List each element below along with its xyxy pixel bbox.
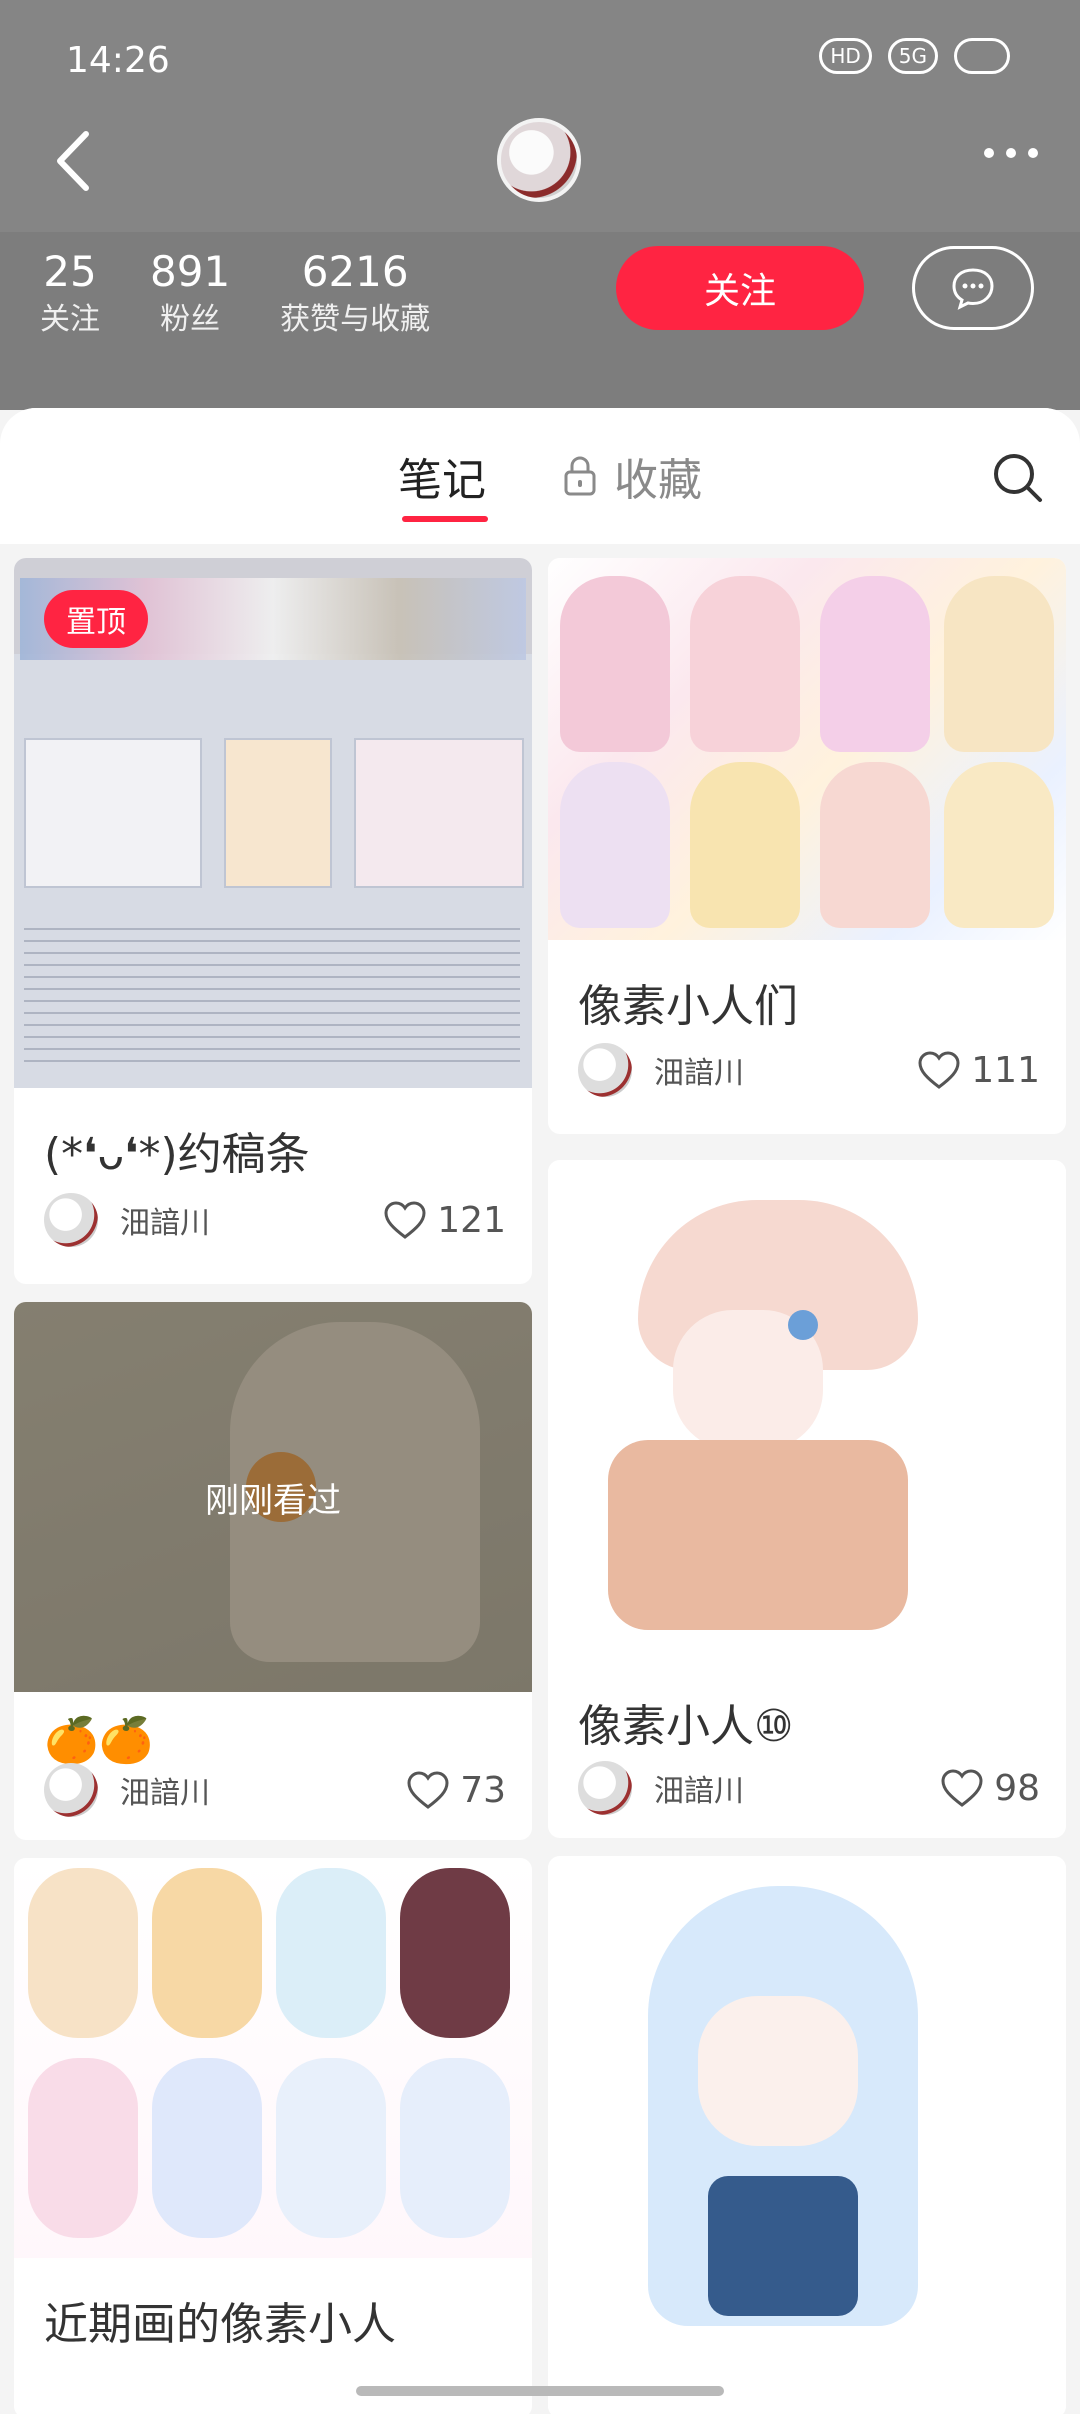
note-card[interactable]: 像素小人们 沺諳川 111 <box>548 558 1066 1134</box>
image-detail <box>788 1310 818 1340</box>
note-card[interactable]: 像素小人⑩ 沺諳川 98 <box>548 1160 1066 1838</box>
image-detail <box>152 2058 262 2238</box>
like-button[interactable]: 121 <box>383 1200 506 1241</box>
profile-header: 14:26 HD 5G 25 关注 891 粉丝 6216 获赞与收藏 关注 <box>0 0 1080 410</box>
message-icon <box>952 268 994 310</box>
image-detail <box>560 576 670 752</box>
author-name[interactable]: 沺諳川 <box>654 1048 917 1092</box>
tab-notes[interactable]: 笔记 <box>398 444 488 522</box>
note-title: (*❛ᴗ❛*)约稿条 <box>44 1129 310 1180</box>
image-detail <box>698 1996 858 2146</box>
author-name[interactable]: 沺諳川 <box>120 1768 406 1812</box>
image-detail <box>152 1868 262 2038</box>
like-count: 121 <box>437 1199 506 1241</box>
image-detail <box>24 738 202 888</box>
recently-viewed-overlay: 刚刚看过 <box>14 1302 532 1692</box>
status-icons: HD 5G <box>819 38 1010 74</box>
profile-stats: 25 关注 891 粉丝 6216 获赞与收藏 <box>40 246 430 342</box>
note-meta: 沺諳川 98 <box>578 1758 1040 1818</box>
note-meta: 沺諳川 111 <box>578 1040 1040 1100</box>
home-indicator[interactable] <box>356 2386 724 2396</box>
heart-icon <box>941 1769 983 1807</box>
image-detail <box>28 2058 138 2238</box>
note-card[interactable]: 刚刚看过 🍊🍊 沺諳川 73 <box>14 1302 532 1840</box>
note-image: 刚刚看过 <box>14 1302 532 1692</box>
note-image <box>548 558 1066 940</box>
stat-likes[interactable]: 6216 获赞与收藏 <box>280 246 430 342</box>
image-detail <box>224 738 332 888</box>
image-detail <box>608 1440 908 1630</box>
like-button[interactable]: 111 <box>917 1050 1040 1091</box>
stat-likes-label: 获赞与收藏 <box>280 302 431 337</box>
back-icon[interactable] <box>50 128 94 194</box>
message-button[interactable] <box>912 246 1034 330</box>
author-name[interactable]: 沺諳川 <box>120 1198 383 1242</box>
stat-following-label: 关注 <box>40 302 100 337</box>
status-time: 14:26 <box>66 40 170 81</box>
stat-likes-count: 6216 <box>301 247 409 296</box>
like-count: 98 <box>994 1767 1040 1809</box>
note-title: 🍊🍊 <box>44 1715 154 1766</box>
note-card[interactable] <box>548 1856 1066 2414</box>
image-detail <box>24 918 520 1068</box>
note-image <box>14 1858 532 2258</box>
tab-collections[interactable]: 收藏 <box>562 444 702 508</box>
author-name[interactable]: 沺諳川 <box>654 1766 940 1810</box>
tab-bar: 笔记 收藏 <box>0 408 1080 544</box>
like-count: 111 <box>971 1049 1040 1091</box>
network-5g-icon: 5G <box>887 38 938 74</box>
image-detail <box>354 738 524 888</box>
heart-icon <box>384 1201 426 1239</box>
search-icon[interactable] <box>990 450 1046 506</box>
note-image <box>548 1856 1066 2414</box>
stat-following[interactable]: 25 关注 <box>40 246 100 342</box>
stat-following-count: 25 <box>43 247 97 296</box>
lock-icon <box>564 456 596 496</box>
image-detail <box>276 1868 386 2038</box>
note-card[interactable]: 近期画的像素小人 <box>14 1858 532 2414</box>
like-button[interactable]: 73 <box>406 1770 506 1811</box>
author-avatar[interactable] <box>578 1761 632 1815</box>
image-detail <box>944 576 1054 752</box>
image-detail <box>708 2176 858 2316</box>
stat-fans-count: 891 <box>150 247 231 296</box>
image-detail <box>400 1868 510 2038</box>
like-count: 73 <box>460 1769 506 1811</box>
author-avatar[interactable] <box>578 1043 632 1097</box>
image-detail <box>400 2058 510 2238</box>
follow-button[interactable]: 关注 <box>616 246 864 330</box>
image-detail <box>690 576 800 752</box>
note-card[interactable]: 置顶 (*❛ᴗ❛*)约稿条 沺諳川 121 <box>14 558 532 1284</box>
pinned-badge: 置顶 <box>44 590 148 648</box>
tab-collections-label: 收藏 <box>614 455 702 506</box>
avatar[interactable] <box>497 118 581 202</box>
more-icon[interactable] <box>984 148 1038 158</box>
image-detail <box>820 576 930 752</box>
author-avatar[interactable] <box>44 1763 98 1817</box>
heart-icon <box>918 1051 960 1089</box>
hd-icon: HD <box>819 38 872 74</box>
note-image <box>548 1160 1066 1660</box>
note-meta: 沺諳川 73 <box>44 1760 506 1820</box>
image-detail <box>276 2058 386 2238</box>
like-button[interactable]: 98 <box>940 1768 1040 1809</box>
image-detail <box>560 762 670 928</box>
stat-fans[interactable]: 891 粉丝 <box>150 246 230 342</box>
image-detail <box>28 1868 138 2038</box>
author-avatar[interactable] <box>44 1193 98 1247</box>
content-sheet: 笔记 收藏 置顶 (*❛ᴗ❛*)约稿条 沺諳川 121 像素小人们 沺諳川 11… <box>0 408 1080 2414</box>
stat-fans-label: 粉丝 <box>160 302 221 337</box>
battery-icon <box>954 38 1010 74</box>
note-title: 像素小人们 <box>578 981 798 1032</box>
image-detail <box>690 762 800 928</box>
image-detail <box>944 762 1054 928</box>
note-title: 近期画的像素小人 <box>44 2299 396 2350</box>
heart-icon <box>407 1771 449 1809</box>
note-meta: 沺諳川 121 <box>44 1190 506 1250</box>
image-detail <box>820 762 930 928</box>
note-title: 像素小人⑩ <box>578 1701 794 1752</box>
